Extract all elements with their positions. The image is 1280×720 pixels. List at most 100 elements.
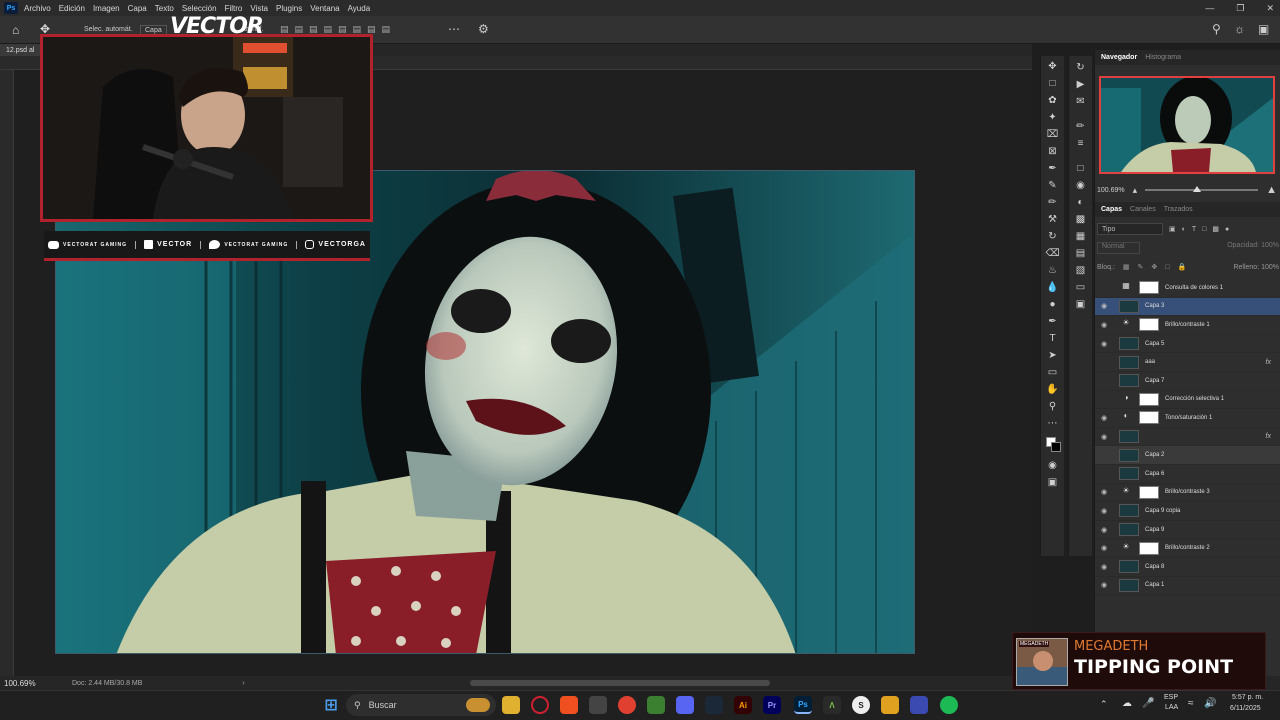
menu-ventana[interactable]: Ventana: [310, 4, 339, 13]
layer-row[interactable]: ◉ Capa 9: [1095, 521, 1280, 540]
workspace-icon[interactable]: ▣: [1258, 22, 1269, 36]
maximize-icon[interactable]: ❐: [1236, 3, 1244, 14]
glyph-panel-icon[interactable]: □: [1069, 163, 1092, 174]
tab-navegador[interactable]: Navegador: [1101, 54, 1137, 61]
layer-fx-icon[interactable]: fx: [1266, 433, 1271, 440]
dodge-tool-icon[interactable]: ●: [1046, 299, 1060, 311]
microphone-icon[interactable]: 🎤: [1142, 698, 1154, 709]
frame-tool-icon[interactable]: ⊠: [1046, 146, 1060, 158]
brush-tool-icon[interactable]: ✏: [1046, 197, 1060, 209]
zoom-tool-icon[interactable]: ⚲: [1046, 401, 1060, 413]
lock-transparent-icon[interactable]: ▦: [1123, 263, 1130, 271]
healing-brush-icon[interactable]: ✎: [1046, 180, 1060, 192]
eraser-icon[interactable]: ⌫: [1046, 248, 1060, 260]
type-tool-icon[interactable]: T: [1046, 333, 1060, 345]
clock-time[interactable]: 5:57 p. m.: [1232, 694, 1263, 701]
filter-toggle-icon[interactable]: ●: [1225, 226, 1229, 233]
opacity-value[interactable]: 100%: [1261, 242, 1279, 249]
lock-artboard-icon[interactable]: □: [1165, 264, 1169, 271]
app-colorful-icon[interactable]: [881, 696, 899, 714]
fill-value[interactable]: 100%: [1261, 264, 1279, 271]
blur-tool-icon[interactable]: 💧: [1046, 282, 1060, 294]
layer-row[interactable]: Capa 7: [1095, 372, 1280, 391]
layer-mask-thumbnail[interactable]: [1139, 392, 1159, 406]
navigator-preview[interactable]: [1099, 76, 1275, 174]
file-explorer-icon[interactable]: [502, 696, 520, 714]
adjustments-panel-icon[interactable]: ◐: [1069, 197, 1092, 208]
menu-ayuda[interactable]: Ayuda: [348, 4, 371, 13]
color-panel-icon[interactable]: ◉: [1069, 180, 1092, 191]
tab-capas[interactable]: Capas: [1101, 206, 1122, 213]
layer-row[interactable]: ◉ fx: [1095, 428, 1280, 447]
rectangle-tool-icon[interactable]: ▭: [1046, 367, 1060, 379]
layer-row[interactable]: ◉ Capa 9 copia: [1095, 502, 1280, 521]
hand-tool-icon[interactable]: ✋: [1046, 384, 1060, 396]
lasso-tool-icon[interactable]: ✿: [1046, 95, 1060, 107]
app-icon[interactable]: [589, 696, 607, 714]
layer-row[interactable]: ◉ ☀ Brillo/contraste 3: [1095, 484, 1280, 503]
adjust-panel-icon[interactable]: ≡: [1069, 138, 1092, 149]
layer-mask-thumbnail[interactable]: [1139, 281, 1159, 295]
visibility-eye-icon[interactable]: ◉: [1101, 507, 1111, 515]
swatches-panel-icon[interactable]: ▦: [1069, 231, 1092, 242]
layer-fx-icon[interactable]: fx: [1266, 359, 1271, 366]
history-brush-icon[interactable]: ↻: [1046, 231, 1060, 243]
tab-canales[interactable]: Canales: [1130, 206, 1156, 213]
filter-adjust-icon[interactable]: ◐: [1182, 226, 1186, 233]
status-arrow-icon[interactable]: ›: [242, 680, 244, 687]
visibility-eye-icon[interactable]: ◉: [1101, 321, 1111, 329]
tab-trazados[interactable]: Trazados: [1164, 206, 1193, 213]
quick-mask-icon[interactable]: ◉: [1046, 460, 1060, 472]
layers-panel-icon[interactable]: ▭: [1069, 282, 1092, 293]
opera-icon[interactable]: [531, 696, 549, 714]
marquee-tool-icon[interactable]: □: [1046, 78, 1060, 90]
layer-filter-select[interactable]: Tipo: [1097, 223, 1163, 235]
layer-row[interactable]: aaa fx: [1095, 353, 1280, 372]
zoom-out-icon[interactable]: ▴: [1133, 185, 1138, 196]
layer-row[interactable]: ◉ Capa 8: [1095, 558, 1280, 577]
app-green-icon[interactable]: [647, 696, 665, 714]
lock-all-icon[interactable]: 🔒: [1178, 263, 1187, 271]
minimize-icon[interactable]: —: [1205, 3, 1214, 13]
screen-mode-icon[interactable]: ▣: [1046, 477, 1060, 489]
menu-texto[interactable]: Texto: [155, 4, 174, 13]
filter-shape-icon[interactable]: □: [1202, 226, 1206, 233]
premiere-icon[interactable]: Pr: [763, 696, 781, 714]
volume-icon[interactable]: 🔊: [1204, 698, 1216, 709]
layer-mask-thumbnail[interactable]: [1139, 411, 1159, 425]
clock-date[interactable]: 6/11/2025: [1230, 705, 1261, 712]
chrome-icon[interactable]: [618, 696, 636, 714]
language-indicator[interactable]: ESP: [1164, 694, 1178, 701]
layer-row[interactable]: Capa 2: [1095, 446, 1280, 465]
blend-mode-select[interactable]: Normal: [1097, 242, 1140, 254]
status-zoom[interactable]: 100.69%: [4, 679, 64, 688]
brave-icon[interactable]: [560, 696, 578, 714]
gear-icon[interactable]: ⚙: [478, 22, 489, 36]
auto-select-label[interactable]: Selec. automát.: [84, 26, 133, 33]
menu-plugins[interactable]: Plugins: [276, 4, 302, 13]
visibility-eye-icon[interactable]: ◉: [1101, 563, 1111, 571]
taskbar-search[interactable]: ⚲ Buscar: [346, 694, 496, 716]
tab-histograma[interactable]: Histograma: [1145, 54, 1181, 61]
more-tools-icon[interactable]: ⋯: [1046, 418, 1060, 430]
lock-position-icon[interactable]: ✥: [1151, 263, 1157, 271]
zoom-slider-knob[interactable]: [1192, 186, 1201, 192]
layer-row[interactable]: ▦ Consulta de colores 1: [1095, 279, 1280, 298]
visibility-eye-icon[interactable]: ◉: [1101, 302, 1111, 310]
layer-row[interactable]: ◑ Corrección selectiva 1: [1095, 391, 1280, 410]
move-tool-icon[interactable]: ✥: [1046, 61, 1060, 73]
layer-row[interactable]: ◉ Capa 1: [1095, 577, 1280, 596]
app-vector-icon[interactable]: Λ: [823, 696, 841, 714]
steam-icon[interactable]: [705, 696, 723, 714]
visibility-eye-icon[interactable]: ◉: [1101, 340, 1111, 348]
discord-icon[interactable]: [676, 696, 694, 714]
comments-panel-icon[interactable]: ✉: [1069, 96, 1092, 107]
crop-tool-icon[interactable]: ⌧: [1046, 129, 1060, 141]
chevron-up-icon[interactable]: ⌃: [1100, 699, 1108, 710]
layer-mask-thumbnail[interactable]: [1139, 318, 1159, 332]
zoom-slider[interactable]: [1145, 186, 1259, 192]
menu-edicion[interactable]: Edición: [59, 4, 85, 13]
visibility-eye-icon[interactable]: ◉: [1101, 488, 1111, 496]
network-icon[interactable]: ☁: [1122, 698, 1132, 709]
layer-row[interactable]: ◉ ☀ Brillo/contraste 2: [1095, 539, 1280, 558]
